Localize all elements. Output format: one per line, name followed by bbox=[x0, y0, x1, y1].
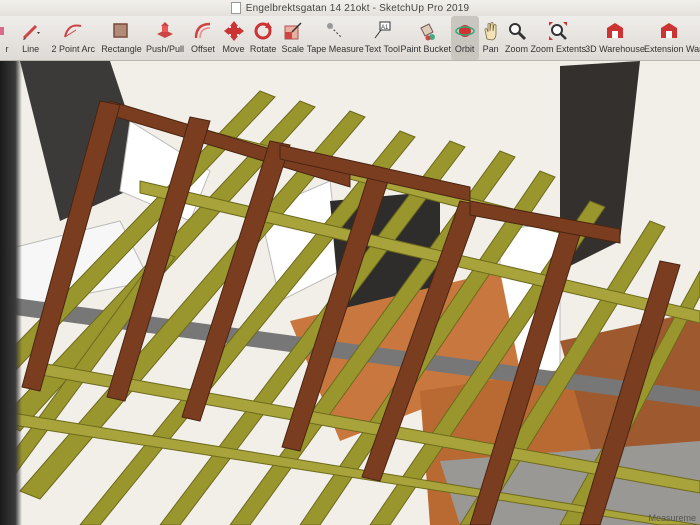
offset-tool-button[interactable]: Offset bbox=[186, 16, 219, 60]
zoom-extents-icon bbox=[549, 22, 568, 40]
roof-framing-model bbox=[0, 61, 700, 525]
pencil-icon bbox=[22, 24, 40, 40]
rectangle-icon bbox=[113, 23, 129, 38]
rotate-tool-button[interactable]: Rotate bbox=[247, 16, 279, 60]
warehouse-icon bbox=[606, 23, 623, 38]
offset-icon bbox=[194, 22, 211, 39]
model-viewport[interactable] bbox=[0, 61, 700, 525]
window-title: Engelbrektsgatan 14 21okt - SketchUp Pro… bbox=[245, 2, 470, 14]
monitor-bezel bbox=[0, 61, 22, 525]
pan-tool-button[interactable]: Pan bbox=[479, 16, 503, 60]
tape-measure-tool-button[interactable]: Tape Measure bbox=[307, 16, 364, 60]
zoom-tool-button[interactable]: Zoom bbox=[503, 16, 531, 60]
svg-text:A1: A1 bbox=[381, 25, 389, 31]
text-tool-icon: A1 bbox=[374, 21, 391, 39]
eraser-tool-button[interactable]: r bbox=[0, 16, 14, 60]
paint-bucket-icon bbox=[420, 23, 435, 41]
orbit-icon bbox=[454, 25, 475, 37]
title-bar: Engelbrektsgatan 14 21okt - SketchUp Pro… bbox=[0, 0, 700, 16]
document-icon bbox=[230, 2, 241, 14]
push-pull-icon bbox=[156, 22, 173, 38]
paint-bucket-tool-button[interactable]: Paint Bucket bbox=[401, 16, 451, 60]
large-toolset-toolbar: r Line 2 Point Arc Rectangle Push/Pull O… bbox=[0, 16, 700, 61]
sketchup-window: Engelbrektsgatan 14 21okt - SketchUp Pro… bbox=[0, 0, 700, 525]
rotate-icon bbox=[254, 22, 273, 40]
tape-measure-icon bbox=[327, 23, 343, 39]
two-point-arc-tool-button[interactable]: 2 Point Arc bbox=[47, 16, 99, 60]
zoom-extents-tool-button[interactable]: Zoom Extents bbox=[530, 16, 586, 60]
text-tool-button[interactable]: A1 Text Tool bbox=[364, 16, 401, 60]
move-icon bbox=[223, 21, 244, 41]
push-pull-tool-button[interactable]: Push/Pull bbox=[144, 16, 187, 60]
arc-icon bbox=[64, 24, 82, 38]
scale-icon bbox=[284, 22, 302, 40]
line-tool-button[interactable]: Line bbox=[14, 16, 47, 60]
rectangle-tool-button[interactable]: Rectangle bbox=[99, 16, 143, 60]
orbit-tool-button[interactable]: Orbit bbox=[450, 16, 479, 60]
extension-warehouse-icon bbox=[660, 23, 677, 38]
extension-warehouse-button[interactable]: Extension Ware bbox=[644, 16, 700, 60]
measurements-box[interactable]: Measureme bbox=[648, 513, 696, 523]
zoom-icon bbox=[508, 23, 526, 41]
3d-warehouse-button[interactable]: 3D Warehouse bbox=[585, 16, 645, 60]
scale-tool-button[interactable]: Scale bbox=[279, 16, 307, 60]
pan-icon bbox=[484, 22, 497, 41]
move-tool-button[interactable]: Move bbox=[220, 16, 248, 60]
